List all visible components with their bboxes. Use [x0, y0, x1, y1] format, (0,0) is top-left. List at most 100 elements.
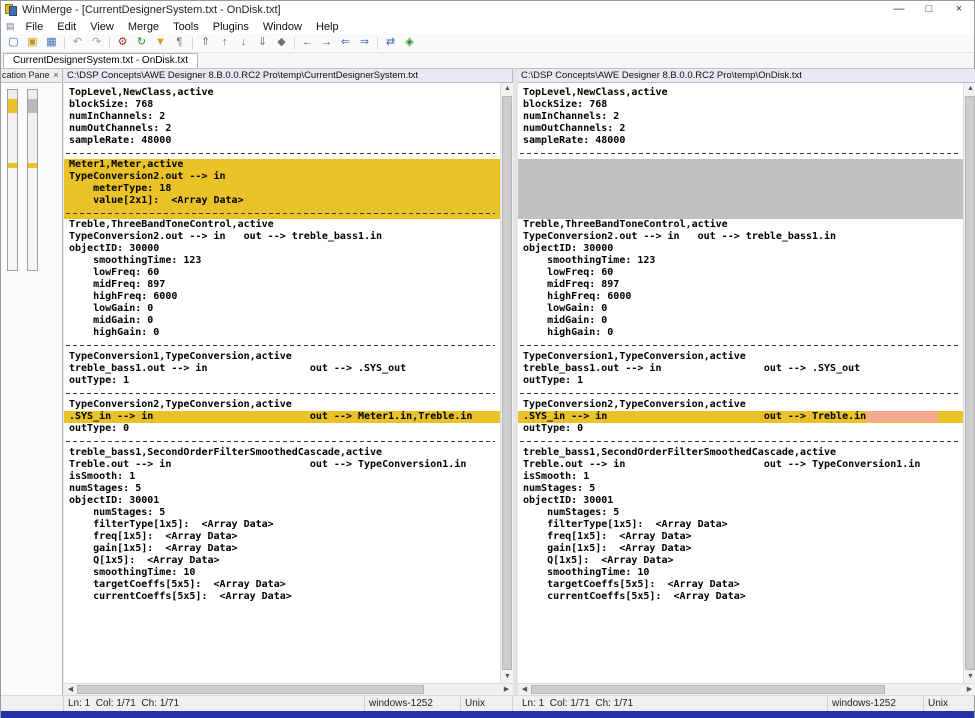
redo-icon[interactable]: ↷: [88, 35, 105, 51]
missing-line[interactable]: [518, 207, 963, 219]
save-icon[interactable]: ▦: [43, 35, 60, 51]
separator-line[interactable]: [518, 435, 963, 447]
code-line[interactable]: TypeConversion2.out --> in out --> trebl…: [518, 231, 963, 243]
code-line[interactable]: midGain: 0: [64, 315, 500, 327]
code-line[interactable]: numInChannels: 2: [64, 111, 500, 123]
plugins-icon[interactable]: ◈: [401, 35, 418, 51]
tab-file-compare[interactable]: CurrentDesignerSystem.txt - OnDisk.txt: [3, 53, 198, 68]
code-line[interactable]: treble_bass1.out --> in out --> .SYS_out: [518, 363, 963, 375]
code-line[interactable]: treble_bass1.out --> in out --> .SYS_out: [64, 363, 500, 375]
code-line[interactable]: .SYS_in --> in out --> Meter1.in,Treble.…: [64, 411, 500, 423]
missing-line[interactable]: [518, 195, 963, 207]
code-line[interactable]: numStages: 5: [518, 507, 963, 519]
right-hscroll-thumb[interactable]: [531, 685, 885, 694]
code-line[interactable]: Meter1,Meter,active: [64, 159, 500, 171]
whitespace-icon[interactable]: ¶: [171, 35, 188, 51]
code-line[interactable]: Q[1x5]: <Array Data>: [518, 555, 963, 567]
code-line[interactable]: targetCoeffs[5x5]: <Array Data>: [64, 579, 500, 591]
code-line[interactable]: midGain: 0: [518, 315, 963, 327]
right-file-path[interactable]: C:\DSP Concepts\AWE Designer 8.B.0.0.RC2…: [518, 69, 975, 83]
scroll-down-icon[interactable]: ▼: [964, 671, 975, 683]
code-line[interactable]: isSmooth: 1: [64, 471, 500, 483]
code-line[interactable]: smoothingTime: 10: [518, 567, 963, 579]
location-bar-right[interactable]: [27, 89, 38, 271]
code-line[interactable]: TopLevel,NewClass,active: [518, 87, 963, 99]
close-icon[interactable]: ×: [50, 69, 62, 82]
code-line[interactable]: highFreq: 6000: [64, 291, 500, 303]
left-hscroll-thumb[interactable]: [77, 685, 424, 694]
code-line[interactable]: blockSize: 768: [518, 99, 963, 111]
undo-icon[interactable]: ↶: [69, 35, 86, 51]
code-line[interactable]: treble_bass1,SecondOrderFilterSmoothedCa…: [64, 447, 500, 459]
code-line[interactable]: numStages: 5: [518, 483, 963, 495]
code-line[interactable]: lowFreq: 60: [518, 267, 963, 279]
code-line[interactable]: treble_bass1,SecondOrderFilterSmoothedCa…: [518, 447, 963, 459]
maximize-button[interactable]: □: [914, 1, 944, 19]
code-line[interactable]: smoothingTime: 123: [64, 255, 500, 267]
swap-panes-icon[interactable]: ⇄: [382, 35, 399, 51]
code-line[interactable]: filterType[1x5]: <Array Data>: [518, 519, 963, 531]
open-icon[interactable]: ▣: [24, 35, 41, 51]
separator-line[interactable]: [518, 339, 963, 351]
separator-line[interactable]: [64, 339, 500, 351]
code-line[interactable]: midFreq: 897: [64, 279, 500, 291]
scroll-right-icon[interactable]: ▶: [500, 684, 513, 696]
code-line[interactable]: isSmooth: 1: [518, 471, 963, 483]
copy-left-icon[interactable]: ←: [299, 35, 316, 51]
menu-edit[interactable]: Edit: [50, 21, 83, 33]
code-line[interactable]: objectID: 30000: [64, 243, 500, 255]
right-code-area[interactable]: TopLevel,NewClass,activeblockSize: 768 nu…: [518, 83, 963, 683]
code-line[interactable]: outType: 1: [518, 375, 963, 387]
code-line[interactable]: gain[1x5]: <Array Data>: [518, 543, 963, 555]
code-line[interactable]: TypeConversion2.out --> in: [64, 171, 500, 183]
copy-all-left-icon[interactable]: ⇐: [337, 35, 354, 51]
code-line[interactable]: targetCoeffs[5x5]: <Array Data>: [518, 579, 963, 591]
menu-file[interactable]: File: [19, 21, 51, 33]
filter-icon[interactable]: ▼: [152, 35, 169, 51]
first-diff-icon[interactable]: ⇑: [197, 35, 214, 51]
code-line[interactable]: TypeConversion2.out --> in out --> trebl…: [64, 231, 500, 243]
code-line[interactable]: filterType[1x5]: <Array Data>: [64, 519, 500, 531]
code-line[interactable]: lowFreq: 60: [64, 267, 500, 279]
left-code-area[interactable]: TopLevel,NewClass,activeblockSize: 768nu…: [64, 83, 500, 683]
code-line[interactable]: currentCoeffs[5x5]: <Array Data>: [518, 591, 963, 603]
menu-tools[interactable]: Tools: [166, 21, 206, 33]
separator-line[interactable]: [64, 435, 500, 447]
code-line[interactable]: freq[1x5]: <Array Data>: [64, 531, 500, 543]
right-vscroll-thumb[interactable]: [965, 96, 975, 670]
minimize-button[interactable]: —: [884, 1, 914, 19]
copy-all-right-icon[interactable]: ⇒: [356, 35, 373, 51]
left-horizontal-scrollbar[interactable]: ◀ ▶: [64, 683, 513, 695]
code-line[interactable]: Treble,ThreeBandToneControl,active: [518, 219, 963, 231]
left-vertical-scrollbar[interactable]: ▲ ▼: [500, 83, 513, 683]
code-line[interactable]: outType: 1: [64, 375, 500, 387]
right-hscroll-track[interactable]: [531, 684, 963, 695]
code-line[interactable]: currentCoeffs[5x5]: <Array Data>: [64, 591, 500, 603]
options-icon[interactable]: ⚙: [114, 35, 131, 51]
close-button[interactable]: ×: [944, 1, 974, 19]
separator-line[interactable]: [518, 387, 963, 399]
copy-right-icon[interactable]: →: [318, 35, 335, 51]
new-icon[interactable]: ▢: [5, 35, 22, 51]
right-horizontal-scrollbar[interactable]: ◀ ▶: [518, 683, 975, 695]
code-line[interactable]: numOutChannels: 2: [64, 123, 500, 135]
code-line[interactable]: sampleRate: 48000: [518, 135, 963, 147]
rescan-icon[interactable]: ↻: [133, 35, 150, 51]
code-line[interactable]: numOutChannels: 2: [518, 123, 963, 135]
code-line[interactable]: blockSize: 768: [64, 99, 500, 111]
code-line[interactable]: midFreq: 897: [518, 279, 963, 291]
code-line[interactable]: lowGain: 0: [64, 303, 500, 315]
code-line[interactable]: objectID: 30001: [518, 495, 963, 507]
code-line[interactable]: outType: 0: [64, 423, 500, 435]
menu-help[interactable]: Help: [309, 21, 346, 33]
code-line[interactable]: outType: 0: [518, 423, 963, 435]
code-line[interactable]: lowGain: 0: [518, 303, 963, 315]
code-line[interactable]: sampleRate: 48000: [64, 135, 500, 147]
code-line[interactable]: freq[1x5]: <Array Data>: [518, 531, 963, 543]
last-diff-icon[interactable]: ⇓: [254, 35, 271, 51]
code-line[interactable]: TopLevel,NewClass,active: [64, 87, 500, 99]
missing-line[interactable]: [518, 159, 963, 171]
code-line[interactable]: TypeConversion1,TypeConversion,active: [518, 351, 963, 363]
separator-line[interactable]: [64, 387, 500, 399]
location-bar-left[interactable]: [7, 89, 18, 271]
